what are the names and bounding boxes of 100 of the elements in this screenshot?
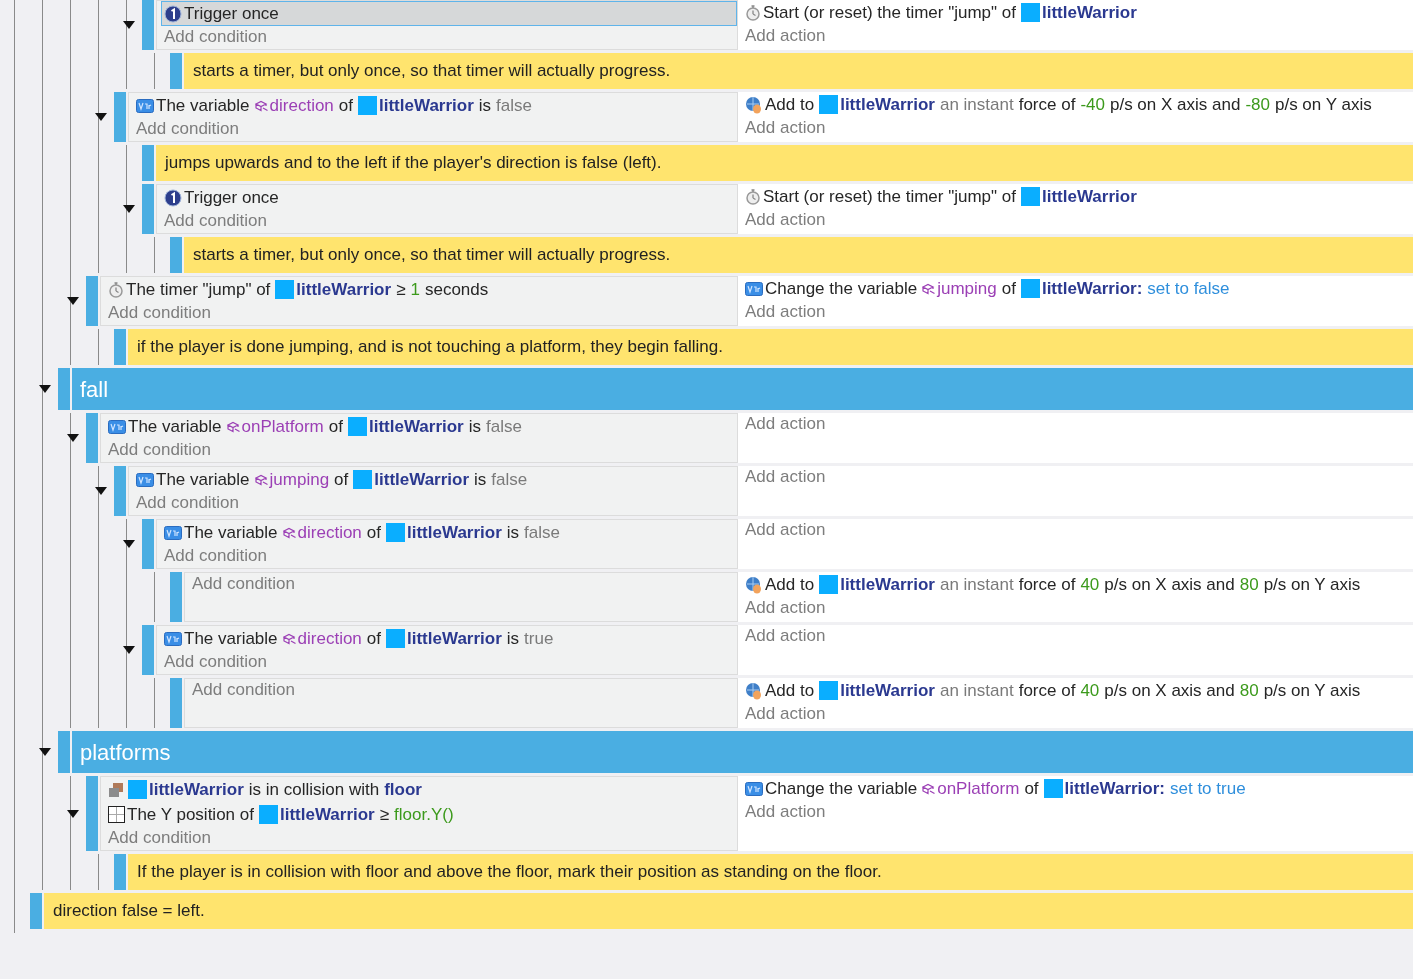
object-name: littleWarrior [296,279,392,300]
add-action-link[interactable]: Add action [742,625,829,648]
collapse-arrow-icon[interactable] [123,646,135,654]
add-action-link[interactable]: Add action [742,25,829,48]
add-condition-link[interactable]: Add condition [161,545,271,568]
event-bar[interactable] [114,329,126,365]
add-condition-link[interactable]: Add condition [161,651,271,674]
add-action-link[interactable]: Add action [742,209,829,232]
group-header[interactable]: platforms [72,731,1413,773]
event-bar[interactable] [142,625,154,675]
add-condition-link[interactable]: Add condition [133,118,243,141]
comment-note[interactable]: if the player is done jumping, and is not touching a platform, they begin falling. [128,329,1413,365]
event-bar[interactable] [86,276,98,326]
condition-row[interactable]: The timer "jump" of littleWarrior ≥ 1 seconds [105,277,737,302]
collapse-arrow-icon[interactable] [67,297,79,305]
add-condition-link[interactable]: Add condition [133,492,243,515]
event-bar[interactable] [58,731,70,773]
add-condition-link[interactable]: Add condition [105,827,215,850]
add-condition-link[interactable]: Add condition [161,26,271,49]
condition-row[interactable]: Trigger once [161,1,737,26]
collapse-arrow-icon[interactable] [123,21,135,29]
group-header[interactable]: fall [72,368,1413,410]
event-bar[interactable] [86,776,98,851]
numbered-circle-icon [164,188,182,207]
event-bar[interactable] [114,466,126,516]
condition-text: Trigger once [184,187,279,208]
event-bar[interactable] [142,519,154,569]
collapse-arrow-icon[interactable] [39,385,51,393]
value-text: set to false [1147,278,1230,299]
condition-row[interactable]: The variable direction of littleWarrior is true [161,626,737,651]
add-action-link[interactable]: Add action [742,597,829,620]
condition-row[interactable]: The Y position of littleWarrior ≥ floor.Y() [105,802,737,827]
action-row[interactable]: Add to littleWarrior an instant force of 40 p/s on X axis and 80 p/s on Y axis [742,572,1413,597]
action-row[interactable]: Change the variable jumping of littleWarrior: set to false [742,276,1413,301]
add-condition-link[interactable]: Add condition [105,439,215,462]
parameter-value: true [524,628,554,649]
collapse-arrow-icon[interactable] [67,809,79,818]
variable-scope-icon [922,282,937,295]
object-thumbnail-icon [347,417,367,436]
number-value: -80 [1245,94,1270,115]
condition-row[interactable]: Trigger once [161,185,737,210]
event-bar[interactable] [86,413,98,463]
action-row[interactable]: Add to littleWarrior an instant force of -40 p/s on X axis and -80 p/s on Y axis [742,92,1413,117]
add-action-link[interactable]: Add action [742,466,829,489]
comment-note[interactable]: direction false = left. [44,893,1413,929]
condition-row[interactable]: The variable jumping of littleWarrior is false [133,467,737,492]
comment-note[interactable]: starts a timer, but only once, so that timer will actually progress. [184,237,1413,273]
event-bar[interactable] [170,53,182,89]
add-condition-link[interactable]: Add condition [189,679,299,702]
event-bar[interactable] [142,145,154,181]
object-name: littleWarrior [279,804,375,825]
event-bar[interactable] [30,893,42,929]
condition-row[interactable]: The variable direction of littleWarrior is false [161,520,737,545]
add-action-link[interactable]: Add action [742,801,829,824]
add-condition-link[interactable]: Add condition [189,573,299,596]
action-row[interactable]: Start (or reset) the timer "jump" of littleWarrior [742,0,1413,25]
add-action-link[interactable]: Add action [742,301,829,324]
comment-note[interactable]: jumps upwards and to the left if the player's direction is false (left). [156,145,1413,181]
add-action-link[interactable]: Add action [742,117,829,140]
object-thumbnail-icon [1021,187,1040,206]
event-bar[interactable] [58,368,70,410]
stopwatch-icon [108,281,124,298]
collapse-arrow-icon[interactable] [95,487,107,495]
collapse-arrow-icon[interactable] [39,748,51,756]
object-name: littleWarrior: [1041,278,1143,299]
variable-scope-icon [282,632,297,645]
add-action-link[interactable]: Add action [742,703,829,726]
object-name: littleWarrior [1042,186,1137,207]
add-action-link[interactable]: Add action [742,413,829,436]
event-bar[interactable] [170,678,182,728]
collapse-arrow-icon[interactable] [123,205,135,213]
action-text: p/s on X axis and [1109,94,1241,115]
event-bar[interactable] [170,572,182,622]
object-thumbnail-icon [258,805,278,824]
condition-row[interactable]: The variable onPlatform of littleWarrior is false [105,414,737,439]
action-row[interactable]: Change the variable onPlatform of littleWarrior: set to true [742,776,1413,801]
condition-text: The variable [156,469,250,490]
condition-text: The variable [184,628,278,649]
event-bar[interactable] [114,92,126,142]
variable-icon [136,98,154,113]
event-bar[interactable] [114,854,126,890]
event-bar[interactable] [170,237,182,273]
add-condition-link[interactable]: Add condition [161,210,271,233]
event-bar[interactable] [142,184,154,234]
add-condition-link[interactable]: Add condition [105,302,215,325]
object-thumbnail-icon [1020,279,1040,298]
event-bar[interactable] [142,0,154,50]
condition-row[interactable]: littleWarrior is in collision with floor [105,777,737,802]
collapse-arrow-icon[interactable] [95,113,107,121]
collapse-arrow-icon[interactable] [67,434,79,442]
condition-row[interactable]: The variable direction of littleWarrior is false [133,93,737,118]
comment-note[interactable]: starts a timer, but only once, so that timer will actually progress. [184,53,1413,89]
number-value: -40 [1080,94,1105,115]
object-thumbnail-icon [819,95,839,114]
action-row[interactable]: Add to littleWarrior an instant force of 40 p/s on X axis and 80 p/s on Y axis [742,678,1413,703]
condition-text: of [366,522,381,543]
collapse-arrow-icon[interactable] [123,540,135,548]
add-action-link[interactable]: Add action [742,519,829,542]
comment-note[interactable]: If the player is in collision with floor and above the floor, mark their position as standing on the floor. [128,854,1413,890]
action-row[interactable]: Start (or reset) the timer "jump" of littleWarrior [742,184,1413,209]
